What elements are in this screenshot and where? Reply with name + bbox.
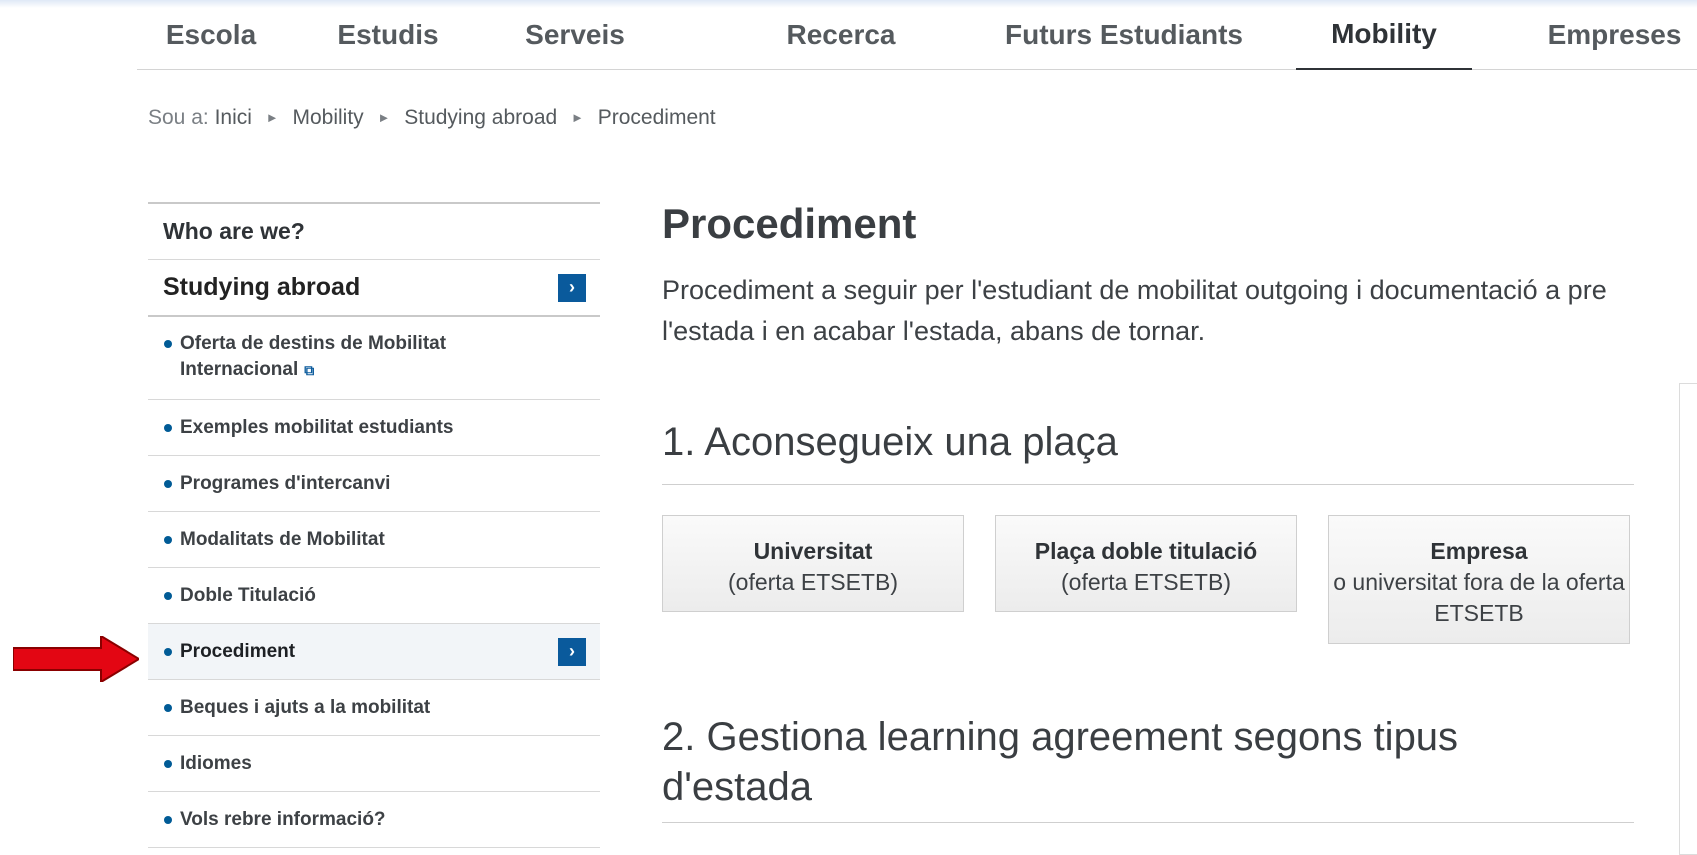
sidebar-item-label: Programes d'intercanvi — [180, 472, 391, 494]
nav-serveis[interactable]: Serveis — [501, 0, 649, 69]
breadcrumb-separator-icon: ► — [377, 110, 391, 125]
section-heading-2: 2. Gestiona learning agreement segons ti… — [662, 712, 1634, 823]
bullet-icon — [164, 591, 172, 600]
bullet-icon — [164, 703, 172, 712]
sidebar-item-beques[interactable]: Beques i ajuts a la mobilitat — [148, 680, 600, 736]
sidebar-item-programes[interactable]: Programes d'intercanvi — [148, 456, 600, 512]
sidebar-item-label: Procediment — [180, 640, 296, 662]
bullet-icon — [164, 340, 172, 348]
nav-recerca[interactable]: Recerca — [761, 0, 921, 69]
card-universitat[interactable]: Universitat (oferta ETSETB) — [662, 515, 964, 612]
sidebar-item-label: Studying abroad — [163, 273, 361, 301]
sidebar-item-oferta-destins[interactable]: Oferta de destins de Mobilitat Internacio… — [148, 317, 600, 400]
breadcrumb-mobility[interactable]: Mobility — [292, 106, 363, 129]
breadcrumb-inici[interactable]: Inici — [215, 106, 252, 129]
bullet-icon — [164, 759, 172, 768]
card-title: Universitat — [753, 538, 873, 564]
sidebar-item-label: Exemples mobilitat estudiants — [180, 416, 454, 438]
sidebar-item-label-line1: Oferta de destins de Mobilitat — [180, 333, 447, 354]
section-heading-2-line2: d'estada — [662, 765, 812, 809]
card-title: Empresa — [1430, 538, 1528, 564]
breadcrumb-separator-icon: ► — [265, 110, 279, 125]
sidebar-item-exemples[interactable]: Exemples mobilitat estudiants — [148, 400, 600, 456]
intro-line-1: Procediment a seguir per l'estudiant de … — [662, 275, 1607, 305]
sidebar-item-label: Who are we? — [163, 218, 305, 244]
card-title: Plaça doble titulació — [1034, 538, 1258, 564]
breadcrumb-studying-abroad[interactable]: Studying abroad — [404, 106, 557, 129]
red-arrow-icon — [13, 636, 139, 682]
page-title: Procediment — [662, 200, 917, 247]
sidebar: Who are we? Studying abroad › Oferta de … — [148, 202, 600, 848]
sidebar-item-studying-abroad[interactable]: Studying abroad › — [148, 260, 600, 317]
card-subtitle: (oferta ETSETB) — [728, 569, 898, 595]
right-side-panel — [1679, 383, 1697, 855]
card-subtitle: o universitat fora de la oferta ETSETB — [1333, 569, 1625, 626]
bullet-icon — [164, 423, 172, 432]
card-empresa[interactable]: Empresa o universitat fora de la oferta … — [1328, 515, 1630, 644]
bullet-icon — [164, 647, 172, 656]
sidebar-item-label: Doble Titulació — [180, 584, 316, 606]
intro-text: Procediment a seguir per l'estudiant de … — [662, 270, 1697, 352]
breadcrumb-separator-icon: ► — [571, 110, 584, 125]
external-link-icon: ⧉ — [304, 362, 315, 378]
chevron-right-icon[interactable]: › — [558, 637, 586, 666]
sidebar-item-doble-titulacio[interactable]: Doble Titulació — [148, 568, 600, 624]
card-placa-doble-titulacio[interactable]: Plaça doble titulació (oferta ETSETB) — [995, 515, 1297, 612]
sidebar-item-idiomes[interactable]: Idiomes — [148, 736, 600, 792]
sidebar-item-label: Modalitats de Mobilitat — [180, 528, 385, 550]
bullet-icon — [164, 815, 172, 824]
sidebar-item-label: Idiomes — [180, 752, 252, 774]
intro-line-2: l'estada i en acabar l'estada, abans de … — [662, 316, 1206, 346]
sidebar-item-vols-rebre-informacio[interactable]: Vols rebre informació? — [148, 792, 600, 848]
nav-empreses[interactable]: Empreses — [1532, 0, 1697, 69]
sidebar-item-modalitats[interactable]: Modalitats de Mobilitat — [148, 512, 600, 568]
chevron-right-icon[interactable]: › — [558, 273, 586, 302]
sidebar-item-label: Vols rebre informació? — [180, 808, 386, 830]
sidebar-item-label-line2: Internacional — [180, 359, 299, 380]
bullet-icon — [164, 479, 172, 488]
nav-mobility[interactable]: Mobility — [1296, 0, 1472, 70]
bullet-icon — [164, 535, 172, 544]
card-subtitle: (oferta ETSETB) — [1061, 569, 1231, 595]
breadcrumb-current: Procediment — [597, 106, 716, 129]
breadcrumb-prefix: Sou a: — [148, 106, 209, 129]
nav-estudis[interactable]: Estudis — [323, 0, 453, 69]
sidebar-item-who-are-we[interactable]: Who are we? — [148, 204, 600, 260]
top-navigation: Escola Estudis Serveis Recerca Futurs Es… — [137, 0, 1697, 70]
nav-futurs-estudiants[interactable]: Futurs Estudiants — [969, 0, 1279, 69]
breadcrumb: Sou a: Inici ► Mobility ► Studying abroa… — [148, 106, 716, 130]
nav-escola[interactable]: Escola — [137, 0, 285, 69]
sidebar-item-label: Beques i ajuts a la mobilitat — [180, 696, 431, 718]
sidebar-item-procediment[interactable]: Procediment › — [148, 624, 600, 680]
section-heading-1: 1. Aconsegueix una plaça — [662, 420, 1634, 485]
sidebar-item-label: Oferta de destins de Mobilitat Internacio… — [180, 331, 446, 383]
section-heading-2-line1: 2. Gestiona learning agreement segons ti… — [662, 715, 1459, 759]
